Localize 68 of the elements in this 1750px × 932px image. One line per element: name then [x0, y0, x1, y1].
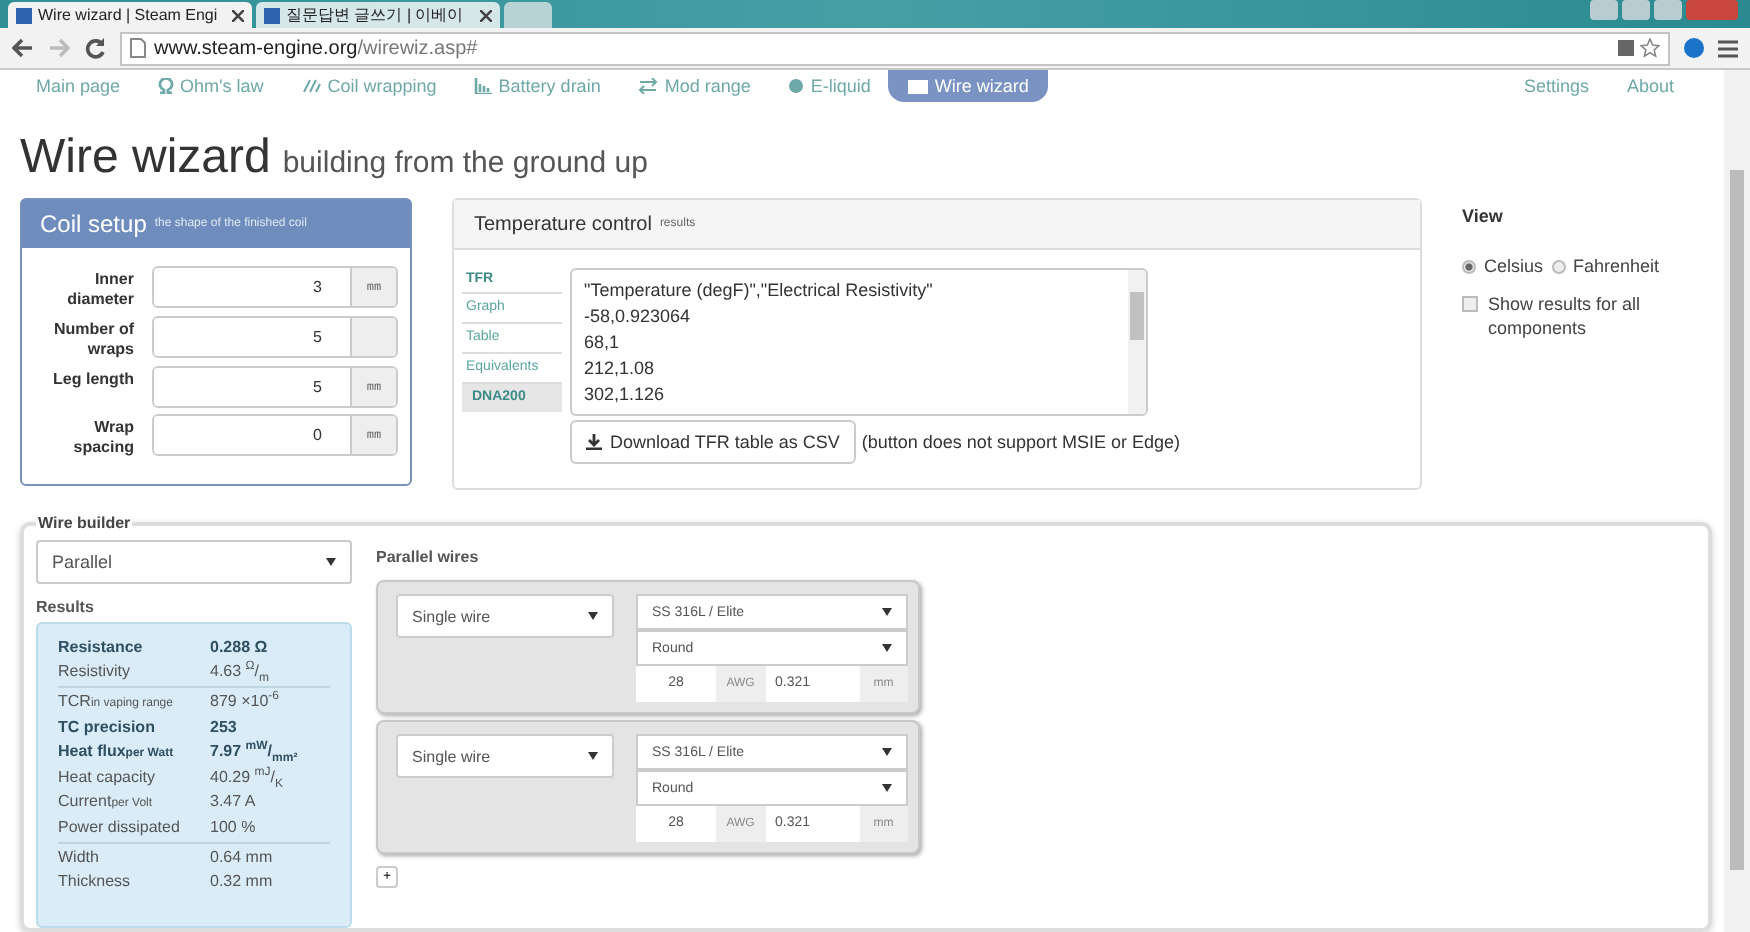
- browser-tab[interactable]: 질문답변 글쓰기 | 이베이: [256, 2, 500, 28]
- result-value: 7.97 $^{mW}$/$_{mm²}$: [210, 740, 300, 766]
- result-value: 253: [210, 716, 239, 740]
- section-heading: Parallel wires: [376, 548, 479, 566]
- section-legend: Wire builder: [36, 514, 133, 532]
- radio-icon[interactable]: [1462, 259, 1476, 273]
- csv-text-area[interactable]: "Temperature (degF)","Electrical Resistivity" -58,0.923064 68,1 212,1.08 302,1.126: [570, 268, 1148, 416]
- caret-icon: [882, 748, 892, 756]
- field-label: Wrap spacing: [71, 416, 134, 458]
- card-icon: [908, 79, 929, 93]
- field-label: Leg length: [51, 368, 134, 390]
- favicon-icon: [264, 7, 280, 23]
- menu-icon[interactable]: [1718, 39, 1738, 57]
- address-field[interactable]: www.steam-engine.org/wirewiz.asp#: [120, 31, 1670, 65]
- radio-option[interactable]: Celsius: [1462, 256, 1544, 276]
- back-icon[interactable]: [12, 38, 34, 58]
- omega-icon: [158, 78, 175, 94]
- result-value: 0.32 mm: [210, 870, 275, 894]
- result-label: TC precision: [58, 716, 157, 740]
- wire-type-select[interactable]: Single wire: [396, 734, 614, 778]
- page-scrollbar[interactable]: [1724, 70, 1750, 932]
- result-label: Resistance: [58, 636, 145, 660]
- checkbox-option[interactable]: Show results for all components: [1462, 292, 1702, 340]
- field-label: Inner diameter: [65, 268, 134, 310]
- note-text: (button does not support MSIE or Edge): [861, 432, 1180, 452]
- section-heading: View: [1462, 206, 1505, 226]
- result-label: Resistivity: [58, 660, 133, 684]
- caret-icon: [882, 608, 892, 616]
- panel-title: Coil setup: [40, 210, 147, 238]
- result-value: 4.63 $^{Ω}$/$_{m}$: [210, 660, 272, 684]
- caret-icon: [882, 644, 892, 652]
- download-button[interactable]: Download TFR table as CSV: [570, 420, 856, 464]
- scrollbar[interactable]: [1128, 270, 1146, 414]
- reload-icon[interactable]: [84, 37, 106, 59]
- new-tab-button[interactable]: [504, 2, 552, 28]
- page-title: Wire wizard: [20, 130, 271, 186]
- bar-chart-icon: [474, 78, 493, 94]
- result-value: 0.64 mm: [210, 846, 275, 870]
- result-value: 100 %: [210, 816, 258, 840]
- result-label: Heat capacity: [58, 766, 157, 790]
- result-value: 0.288 Ω: [210, 636, 270, 660]
- page-icon: [130, 38, 146, 58]
- browser-tab[interactable]: Wire wizard | Steam Engi: [8, 2, 252, 28]
- result-value: 40.29 $^{mJ}$/$_{K}$: [210, 766, 285, 790]
- dot-icon: [788, 78, 805, 94]
- radio-option[interactable]: Fahrenheit: [1551, 256, 1660, 276]
- checkbox-icon[interactable]: [1462, 296, 1478, 312]
- mode-select[interactable]: Parallel: [36, 540, 352, 584]
- arrows-icon: [638, 78, 659, 94]
- favicon-icon: [16, 7, 32, 23]
- result-value: 879 ×10$^{-6}$: [210, 690, 281, 714]
- result-label: Width: [58, 846, 101, 870]
- page-subtitle: building from the ground up: [282, 146, 648, 180]
- section-heading: Results: [36, 598, 96, 616]
- caret-icon: [326, 558, 336, 566]
- caret-icon: [588, 612, 598, 620]
- coil-icon: [301, 78, 322, 94]
- result-label: Power dissipated: [58, 816, 182, 840]
- field-label: Number of wraps: [52, 318, 134, 360]
- radio-icon[interactable]: [1551, 259, 1566, 273]
- result-label: Thickness: [58, 870, 133, 894]
- wire-type-select[interactable]: Single wire: [396, 594, 614, 638]
- caret-icon: [882, 784, 892, 792]
- panel-title: Temperature control: [474, 213, 652, 235]
- result-value: 3.47 A: [210, 790, 258, 814]
- forward-icon[interactable]: [48, 38, 70, 58]
- caret-icon: [588, 752, 598, 760]
- star-icon[interactable]: [1640, 38, 1660, 58]
